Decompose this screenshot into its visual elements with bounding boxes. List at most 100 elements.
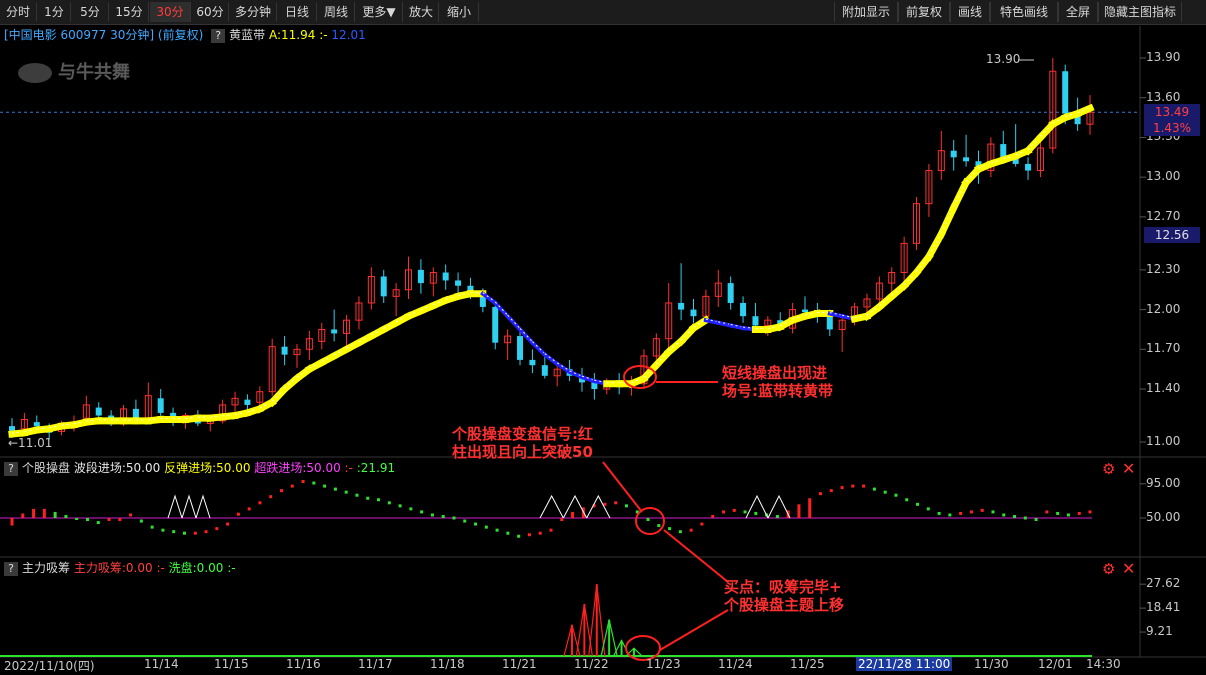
sub1-point [430,513,434,517]
sub1-point [398,504,402,508]
sub1-point [819,492,822,496]
sub1-point [1013,514,1017,518]
sub1-point [290,484,294,488]
price-tick-label: 11.40 [1146,381,1181,396]
sub2-gear-icon[interactable]: ⚙ [1102,560,1115,578]
annotation-turn-line1: 个股操盘变盘信号:红 [452,425,593,443]
sub1-point [1045,510,1049,514]
candle-body [541,365,548,376]
band-segment [554,361,573,375]
sub1-point [484,525,488,529]
turn-signal-circle [635,507,665,535]
sub1-signal-triangle [181,494,197,519]
sub1-point [377,498,381,502]
x-axis-label: 11/24 [718,657,753,671]
price-tick-label: 12.30 [1146,261,1181,276]
sub2-title[interactable]: 主力吸筹 [22,561,70,575]
candle-body [752,316,759,326]
sub2-tick-label: 27.62 [1146,576,1181,591]
candle-body [455,280,462,286]
sub1-point [344,490,348,494]
sub1-point [1088,510,1092,514]
sub1-point [1077,511,1081,515]
sub1-point [129,513,133,517]
sub1-point [969,510,973,514]
candle-body [517,336,524,360]
sub1-point [172,530,176,534]
candle-body [826,316,833,330]
help-icon[interactable]: ? [4,461,18,476]
sub1-tick-label: 50.00 [1146,510,1181,524]
candle-body [1000,144,1007,158]
sub1-point [452,516,456,520]
sub1-point [872,487,876,491]
candle-body [492,306,499,343]
sub1-point [96,521,100,525]
sub1-l4: :- [344,461,353,475]
sub1-point [668,527,672,531]
annotation-turn-signal: 个股操盘变盘信号:红 柱出现且向上突破50 [452,425,593,461]
candle-body [678,302,685,310]
sub2-l2: :- [156,561,165,575]
sub1-point [193,531,197,535]
candle-body [33,422,40,427]
sub1-point [883,490,887,494]
sub1-point [754,511,758,515]
sub1-point [527,533,531,537]
sub1-bar [808,498,812,518]
sub1-point [862,484,866,488]
sub1-bar [32,508,36,518]
sub1-point [721,510,725,514]
sub1-point [118,518,122,522]
buy-point-arrow-1 [663,529,729,583]
x-axis-label: 12/01 [1038,657,1073,671]
help-icon[interactable]: ? [4,561,18,576]
sub2-l3: 洗盘:0.00 [168,561,224,575]
x-axis-label: 11/17 [358,657,393,671]
sub1-l5: :21.91 [356,461,396,475]
price-tick-label: 11.70 [1146,341,1181,356]
sub1-point [506,531,510,535]
band-segment [1073,103,1095,119]
level-tag: 12.56 [1144,227,1200,244]
sub1-point [150,525,154,529]
x-axis-label: 11/15 [214,657,249,671]
sub1-close-icon[interactable]: ✕ [1122,459,1135,478]
sub1-bar [560,518,564,522]
sub1-bar [10,518,14,526]
sub1-point [948,513,952,517]
sub1-point [840,486,844,490]
annotation-entry-line2: 场号:蓝带转黄带 [722,382,833,400]
sub1-point [323,484,327,488]
sub1-point [1034,518,1038,522]
sub1-bar [75,518,79,520]
sub1-point [247,507,251,511]
sub1-bar [85,518,89,522]
sub1-point [301,480,305,484]
sub1-point [161,528,165,532]
sub1-point [732,508,736,512]
sub1-point [926,507,930,511]
sub1-point [226,522,230,526]
sub1-point [495,528,499,532]
sub1-gear-icon[interactable]: ⚙ [1102,460,1115,478]
annotation-buy-line2: 个股操盘主题上移 [724,596,845,614]
candle-body [281,346,288,355]
sub1-signal-triangle [195,494,211,519]
x-axis-label: 11/14 [144,657,179,671]
annotation-buy-point: 买点：吸筹完毕+ 个股操盘主题上移 [724,578,844,614]
band-segment [566,369,585,380]
sub1-point [657,524,661,528]
sub1-point [269,495,273,499]
sub1-point [689,528,693,532]
sub1-title[interactable]: 个股操盘 [22,461,70,475]
annotation-turn-line2: 柱出现且向上突破50 [452,443,593,461]
sub1-point [894,493,898,497]
sub1-point [1066,513,1070,517]
sub1-point [107,518,111,522]
candle-body [132,408,139,419]
sub1-point [980,508,984,512]
sub2-header: ? 主力吸筹 主力吸筹:0.00 :- 洗盘:0.00 :- [4,559,236,577]
sub1-bar [21,513,25,518]
sub2-close-icon[interactable]: ✕ [1122,559,1135,578]
